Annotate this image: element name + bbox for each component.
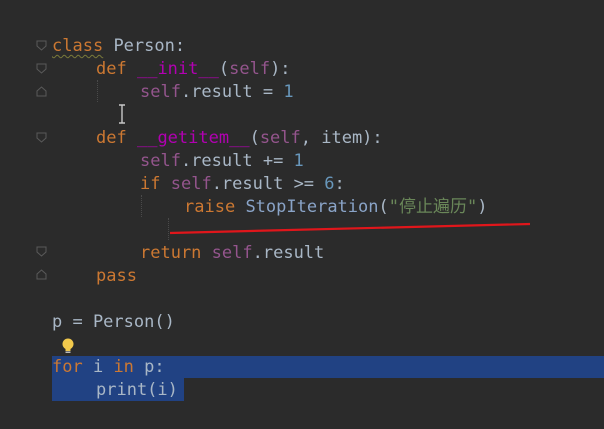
keyword: for xyxy=(52,357,83,377)
number-literal: 1 xyxy=(283,82,294,102)
keyword: class xyxy=(52,36,104,56)
code-text: print(i) xyxy=(96,380,178,400)
code-line-11[interactable]: for i in p: xyxy=(52,356,165,379)
number-literal: 6 xyxy=(324,174,335,194)
code-line-1[interactable]: class Person: xyxy=(52,35,185,58)
lightbulb-intention-icon[interactable] xyxy=(61,337,75,355)
keyword: def xyxy=(96,128,127,148)
self-param: self xyxy=(229,59,271,79)
code-text: .result >= xyxy=(211,174,325,194)
number-literal: 1 xyxy=(293,151,304,171)
code-line-10[interactable]: p = Person() xyxy=(52,311,175,334)
punctuation: ( xyxy=(378,197,389,217)
fold-marker-icon[interactable] xyxy=(36,246,47,257)
method-name: __getitem__ xyxy=(136,128,250,148)
indent-guide xyxy=(141,195,142,217)
fold-marker-icon[interactable] xyxy=(36,86,47,97)
class-name: Person xyxy=(113,36,175,56)
code-text: .result += xyxy=(180,151,294,171)
code-text: , item): xyxy=(300,128,383,148)
code-text: i xyxy=(82,357,114,377)
code-line-5[interactable]: self.result += 1 xyxy=(140,150,304,173)
code-line-4[interactable]: def __getitem__(self, item): xyxy=(96,127,383,150)
self-ref: self xyxy=(140,151,181,171)
punctuation: : xyxy=(174,36,186,56)
code-line-9[interactable]: pass xyxy=(96,265,137,288)
self-ref: self xyxy=(140,82,181,102)
indent-guide xyxy=(97,80,98,102)
code-line-2[interactable]: def __init__(self): xyxy=(96,58,291,81)
code-editor[interactable]: class Person: def __init__(self): self.r… xyxy=(0,0,604,429)
code-line-3[interactable]: self.result = 1 xyxy=(140,81,294,104)
punctuation: ( xyxy=(249,128,260,148)
keyword: def xyxy=(96,59,127,79)
keyword: in xyxy=(113,357,134,377)
code-line-8[interactable]: return self.result xyxy=(140,242,324,265)
punctuation: ) xyxy=(477,197,488,217)
self-param: self xyxy=(259,128,301,148)
fold-marker-icon[interactable] xyxy=(36,40,47,51)
text-cursor-icon xyxy=(119,104,125,124)
keyword: pass xyxy=(96,266,137,286)
code-line-6[interactable]: if self.result >= 6: xyxy=(140,173,345,196)
code-text: p: xyxy=(133,357,165,377)
fold-marker-icon[interactable] xyxy=(36,132,47,143)
exception-name: StopIteration xyxy=(245,197,379,217)
fold-marker-icon[interactable] xyxy=(36,63,47,74)
punctuation: : xyxy=(334,174,345,194)
punctuation: ( xyxy=(218,59,230,79)
self-ref: self xyxy=(170,174,212,194)
keyword: return xyxy=(140,243,202,263)
annotation-underline xyxy=(169,222,531,235)
keyword: if xyxy=(140,174,161,194)
code-text: .result xyxy=(252,243,325,263)
keyword: raise xyxy=(184,197,236,217)
code-text: .result = xyxy=(180,82,284,102)
code-line-7[interactable]: raise StopIteration("停止遍历") xyxy=(184,196,487,219)
method-name: __init__ xyxy=(136,59,219,79)
fold-marker-icon[interactable] xyxy=(36,269,47,280)
code-text: p = Person() xyxy=(52,312,175,332)
self-ref: self xyxy=(211,243,253,263)
punctuation: ): xyxy=(270,59,291,79)
code-line-12[interactable]: print(i) xyxy=(96,379,178,402)
string-literal: "停止遍历" xyxy=(388,197,478,217)
